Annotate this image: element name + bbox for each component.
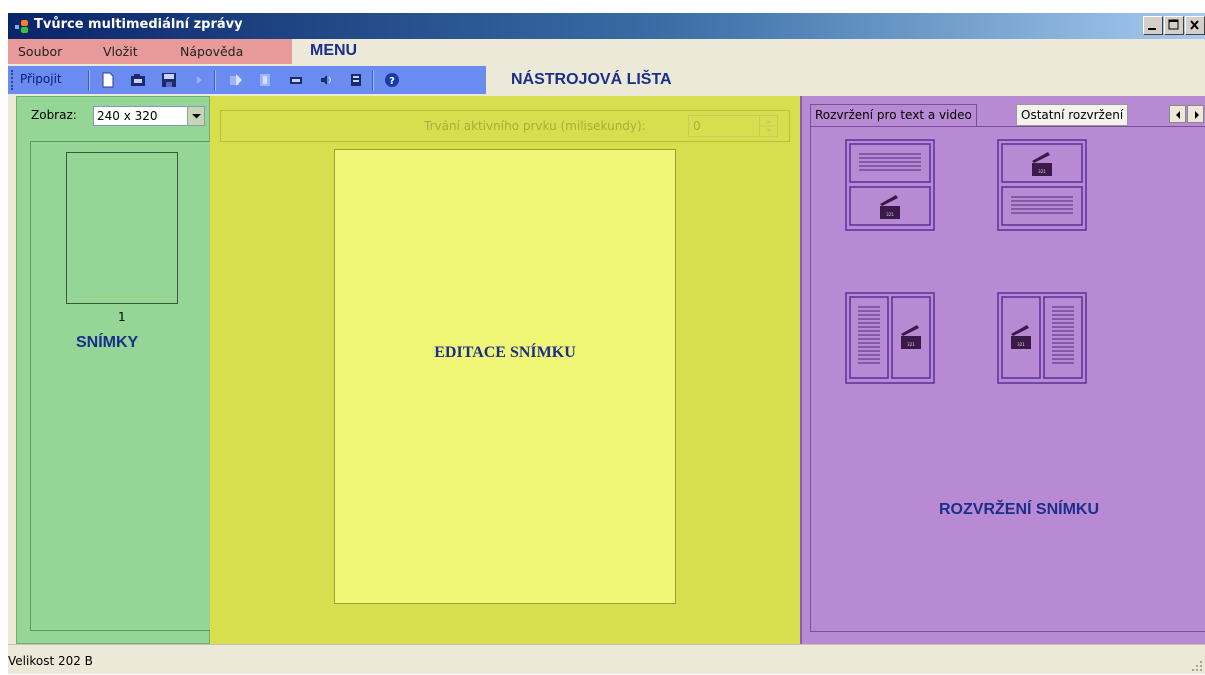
text-icon — [260, 74, 270, 86]
chevron-down-icon — [192, 114, 201, 119]
slide-number: 1 — [118, 310, 126, 324]
spinner-arrows-icon — [760, 120, 778, 132]
app-icon — [14, 18, 30, 34]
sound-button[interactable] — [317, 71, 335, 89]
toolbar: Připojit ? NÁSTROJOVÁ LIŠTA — [8, 64, 1205, 96]
slides-panel-area: Zobraz: 240 x 320 1 SNÍMKY — [16, 96, 211, 644]
layout-video-over-text[interactable]: 321 — [997, 139, 1087, 231]
minimize-button[interactable] — [1143, 16, 1163, 35]
text-button[interactable] — [256, 71, 274, 89]
menu-vlozit[interactable]: Vložit — [103, 44, 138, 59]
duration-spinner[interactable] — [759, 116, 778, 136]
layout-video-over-text-icon: 321 — [997, 139, 1087, 231]
video-button[interactable] — [287, 71, 305, 89]
slide-button[interactable] — [347, 71, 365, 89]
layout-text-over-video-icon: 321 — [845, 139, 935, 231]
open-icon — [131, 74, 145, 86]
editor-caption: EDITACE SNÍMKU — [434, 344, 576, 361]
connect-button[interactable]: Připojit — [20, 72, 62, 86]
arrow-left-icon — [1176, 111, 1180, 119]
tab-scroll-right-button[interactable] — [1187, 105, 1204, 123]
slide-thumbnail[interactable] — [66, 152, 178, 304]
view-size-select[interactable]: 240 x 320 — [93, 106, 205, 126]
duration-bar: Trvání aktivního prvku (milisekundy): 0 — [220, 110, 790, 142]
layouts-list: 321 321 321 321 ROZVRŽENÍ SNÍMKU — [810, 126, 1205, 632]
tab-other-layouts[interactable]: Ostatní rozvržení — [1016, 104, 1129, 126]
layout-video-left-text-right-icon: 321 — [997, 292, 1087, 384]
status-bar: Velikost 202 B — [8, 644, 1205, 674]
svg-text:321: 321 — [1038, 169, 1046, 174]
svg-text:321: 321 — [886, 212, 894, 217]
toolbar-separator — [88, 71, 90, 91]
maximize-button[interactable] — [1164, 16, 1184, 35]
play-button[interactable] — [190, 71, 208, 89]
slides-caption: SNÍMKY — [76, 334, 139, 351]
insert-image-button[interactable] — [227, 71, 245, 89]
insert-image-icon — [230, 74, 242, 86]
slides-panel: Zobraz: 240 x 320 1 SNÍMKY — [8, 96, 211, 644]
layouts-panel: Rozvržení pro text a video Ostatní rozvr… — [800, 96, 1205, 644]
menu-bar: Soubor Vložit Nápověda MENU — [8, 39, 1205, 64]
minimize-icon — [1148, 28, 1156, 30]
slide-icon — [351, 74, 361, 86]
menu-caption: MENU — [310, 42, 358, 59]
layout-text-left-video-right-icon: 321 — [845, 292, 935, 384]
toolbar-separator — [214, 71, 216, 91]
help-icon: ? — [385, 73, 399, 87]
app-window: Tvůrce multimediální zprávy Soubor Vloži… — [8, 13, 1205, 674]
menu-napoveda[interactable]: Nápověda — [180, 44, 243, 59]
view-size-value: 240 x 320 — [97, 109, 158, 123]
duration-input[interactable]: 0 — [688, 115, 778, 137]
toolbar-highlight — [8, 66, 486, 94]
layout-text-left-video-right[interactable]: 321 — [845, 292, 935, 384]
svg-text:321: 321 — [1017, 342, 1025, 347]
toolbar-grip[interactable] — [11, 70, 14, 90]
resize-grip-icon[interactable] — [1191, 660, 1203, 672]
view-size-dropdown-button[interactable] — [187, 107, 204, 125]
layouts-caption: ROZVRŽENÍ SNÍMKU — [939, 501, 1099, 518]
duration-label: Trvání aktivního prvku (milisekundy): — [424, 119, 646, 133]
close-button[interactable] — [1185, 16, 1205, 35]
menu-soubor[interactable]: Soubor — [18, 44, 62, 59]
svg-text:?: ? — [389, 76, 395, 87]
title-bar[interactable]: Tvůrce multimediální zprávy — [8, 13, 1205, 39]
duration-value: 0 — [693, 119, 701, 133]
save-button[interactable] — [160, 71, 178, 89]
tab-text-video-layouts[interactable]: Rozvržení pro text a video — [810, 104, 977, 126]
arrow-right-icon — [1195, 111, 1199, 119]
svg-text:321: 321 — [907, 342, 915, 347]
toolbar-separator — [372, 71, 374, 91]
layout-video-left-text-right[interactable]: 321 — [997, 292, 1087, 384]
slide-canvas[interactable]: EDITACE SNÍMKU — [334, 149, 676, 604]
maximize-icon — [1168, 19, 1179, 30]
new-button[interactable] — [99, 71, 117, 89]
tab-scroll-left-button[interactable] — [1169, 105, 1186, 123]
play-icon — [197, 76, 202, 84]
open-button[interactable] — [129, 71, 147, 89]
new-icon — [102, 72, 114, 88]
window-title: Tvůrce multimediální zprávy — [34, 17, 243, 32]
slide-editor-panel: Trvání aktivního prvku (milisekundy): 0 … — [210, 96, 800, 644]
help-button[interactable]: ? — [383, 71, 401, 89]
close-icon — [1190, 20, 1199, 30]
video-icon — [290, 77, 302, 84]
slides-list[interactable]: 1 SNÍMKY — [30, 141, 211, 631]
save-icon — [162, 73, 176, 87]
layout-text-over-video[interactable]: 321 — [845, 139, 935, 231]
view-size-label: Zobraz: — [31, 108, 77, 122]
layouts-panel-area: Rozvržení pro text a video Ostatní rozvr… — [800, 96, 1205, 644]
sound-icon — [321, 75, 331, 85]
toolbar-caption: NÁSTROJOVÁ LIŠTA — [511, 71, 672, 88]
status-text: Velikost 202 B — [8, 654, 93, 668]
